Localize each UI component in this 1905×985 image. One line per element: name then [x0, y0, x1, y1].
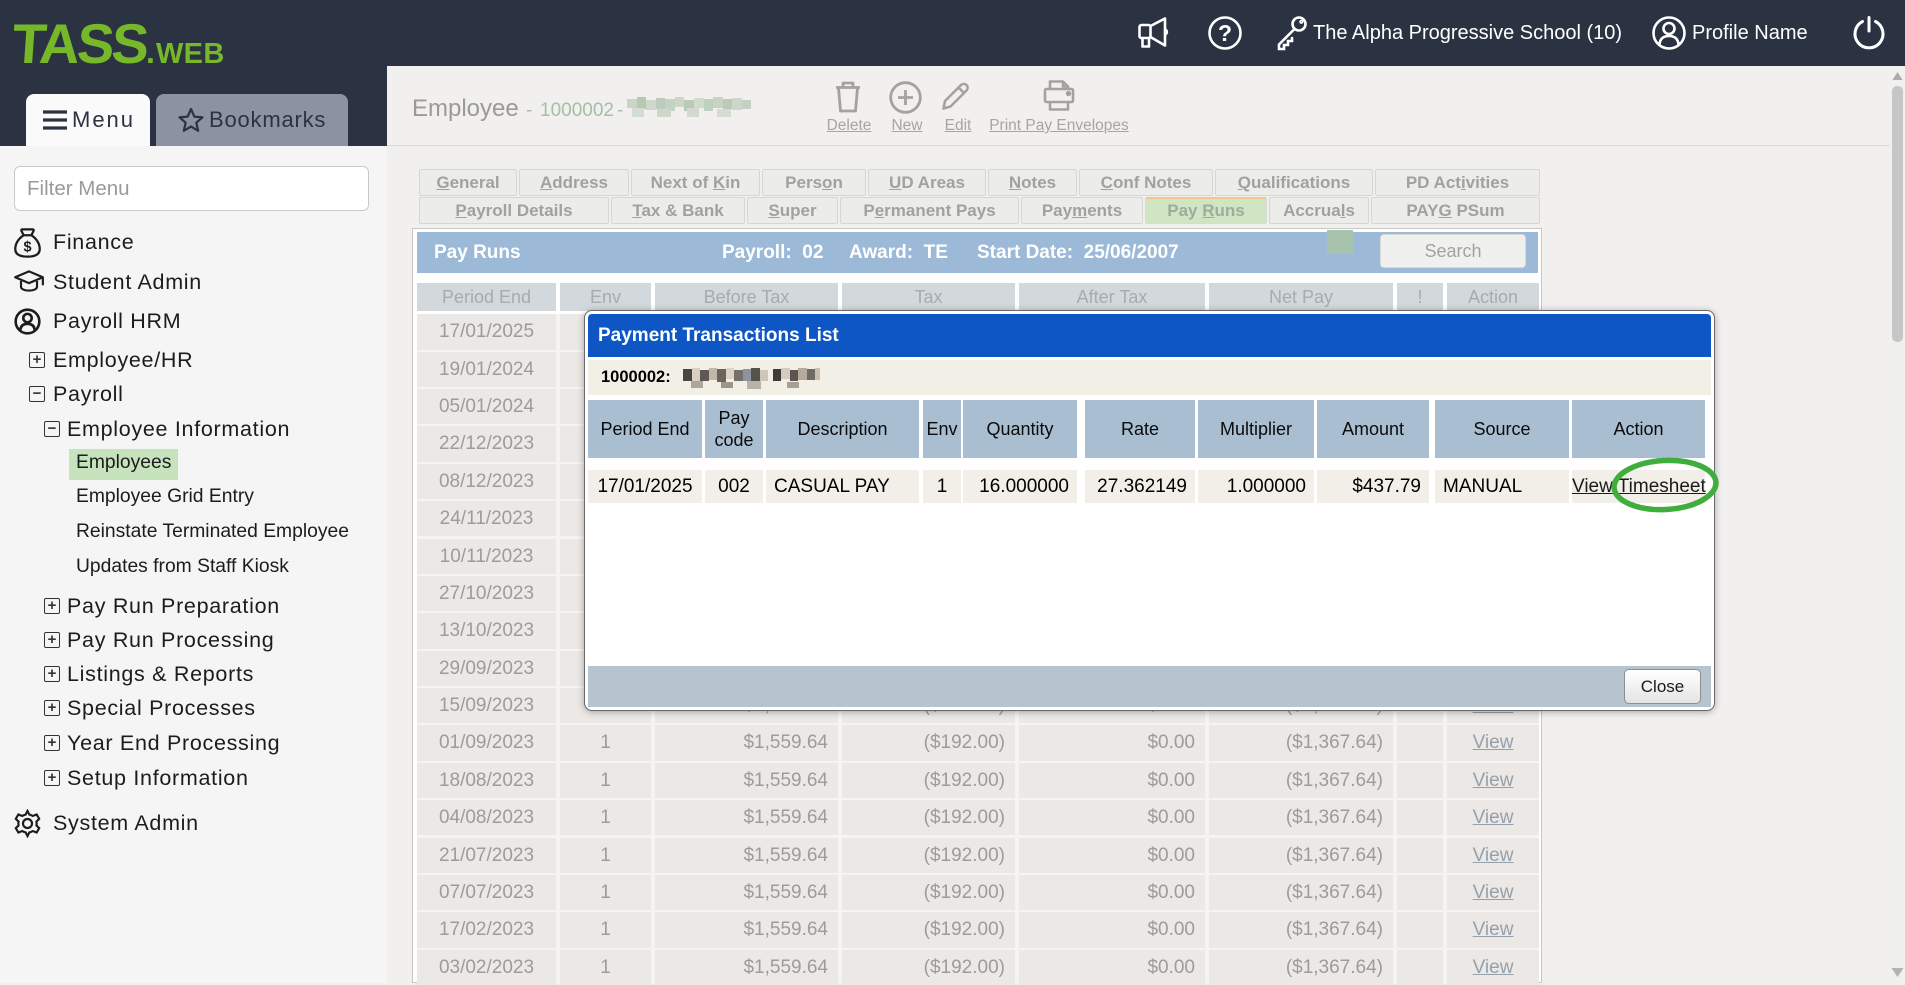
- svg-text:?: ?: [1218, 20, 1232, 46]
- svg-text:TASS: TASS: [14, 12, 150, 72]
- svg-text:.: .: [146, 34, 155, 70]
